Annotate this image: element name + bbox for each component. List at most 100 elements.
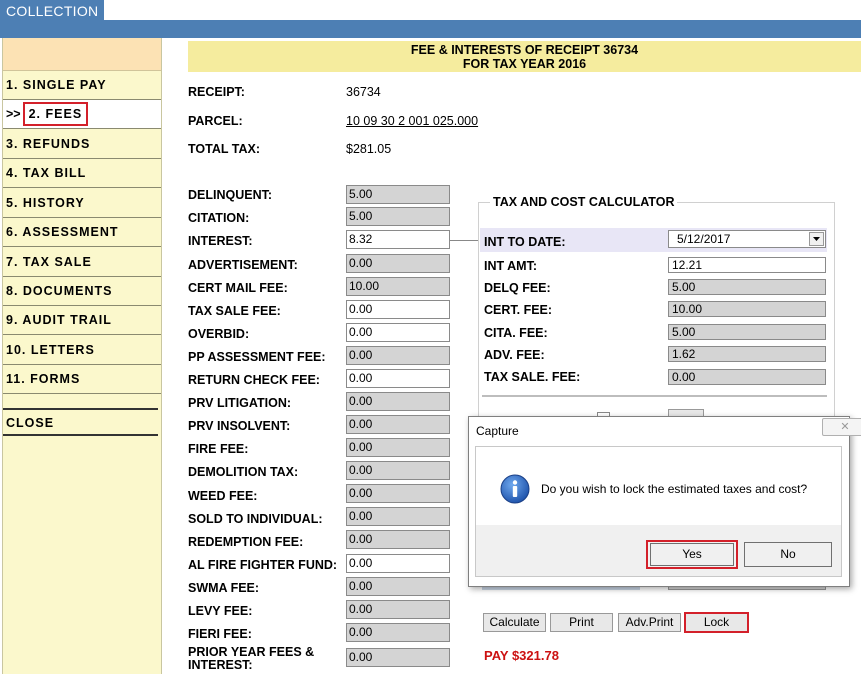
calc-label: DELQ FEE: bbox=[484, 281, 551, 295]
fee-label: SWMA FEE: bbox=[188, 581, 260, 595]
pp-assessment-fee-field: 0.00 bbox=[346, 346, 450, 365]
adv-print-button[interactable]: Adv.Print bbox=[618, 613, 681, 632]
demolition-tax-field: 0.00 bbox=[346, 461, 450, 480]
parcel-label: PARCEL: bbox=[188, 114, 243, 128]
sidebar-item-label: 6. ASSESSMENT bbox=[6, 225, 119, 239]
page-header: FEE & INTERESTS OF RECEIPT 36734 FOR TAX… bbox=[188, 41, 861, 72]
sidebar-close[interactable]: CLOSE bbox=[3, 408, 158, 436]
sidebar-item-label: 3. REFUNDS bbox=[6, 137, 91, 151]
chevron-down-icon[interactable] bbox=[809, 232, 824, 246]
fee-label-prior-year: PRIOR YEAR FEES & INTEREST: bbox=[188, 646, 314, 672]
adv-fee-field: 1.62 bbox=[668, 346, 826, 362]
advertisement-field: 0.00 bbox=[346, 254, 450, 273]
info-icon bbox=[500, 474, 530, 504]
fee-label: FIERI FEE: bbox=[188, 627, 252, 641]
app-tab-collection[interactable]: COLLECTION bbox=[0, 0, 105, 21]
sold-to-individual-field: 0.00 bbox=[346, 507, 450, 526]
print-button[interactable]: Print bbox=[550, 613, 613, 632]
fee-label: OVERBID: bbox=[188, 327, 250, 341]
sidebar-item-label: 5. HISTORY bbox=[6, 196, 85, 210]
page-title: FEE & INTERESTS OF RECEIPT 36734 bbox=[410, 43, 639, 57]
fee-label: AL FIRE FIGHTER FUND: bbox=[188, 558, 338, 572]
fee-label: PRV INSOLVENT: bbox=[188, 419, 291, 433]
al-fire-fighter-fund-field[interactable]: 0.00 bbox=[346, 554, 450, 573]
parcel-link[interactable]: 10 09 30 2 001 025.000 bbox=[346, 114, 478, 128]
overbid-field[interactable]: 0.00 bbox=[346, 323, 450, 342]
dialog-close-button[interactable]: ✕ bbox=[822, 418, 861, 436]
prior-year-fees-field: 0.00 bbox=[346, 648, 450, 667]
interest-connector bbox=[450, 240, 478, 241]
int-to-date-select[interactable]: 5/12/2017 bbox=[668, 230, 826, 248]
calc-label: ADV. FEE: bbox=[484, 348, 545, 362]
no-button[interactable]: No bbox=[744, 542, 832, 567]
yes-button[interactable]: Yes bbox=[650, 543, 734, 566]
lock-button[interactable]: Lock bbox=[684, 612, 749, 633]
calculate-button[interactable]: Calculate bbox=[483, 613, 546, 632]
int-to-date-label: INT TO DATE: bbox=[484, 235, 566, 249]
fee-label: CERT MAIL FEE: bbox=[188, 281, 288, 295]
sidebar-item-forms[interactable]: 11. FORMS bbox=[3, 365, 161, 394]
fee-label: SOLD TO INDIVIDUAL: bbox=[188, 512, 323, 526]
sidebar-item-label: 7. TAX SALE bbox=[6, 255, 92, 269]
fee-label: DEMOLITION TAX: bbox=[188, 465, 299, 479]
sidebar-item-refunds[interactable]: 3. REFUNDS bbox=[3, 130, 161, 159]
sidebar-item-assessment[interactable]: 6. ASSESSMENT bbox=[3, 218, 161, 247]
swma-fee-field: 0.00 bbox=[346, 577, 450, 596]
fee-label: RETURN CHECK FEE: bbox=[188, 373, 320, 387]
pay-amount: PAY $321.78 bbox=[484, 648, 559, 663]
delinquent-field: 5.00 bbox=[346, 185, 450, 204]
calc-label: CERT. FEE: bbox=[484, 303, 553, 317]
weed-fee-field: 0.00 bbox=[346, 484, 450, 503]
tax-sale-fee-calc-field: 0.00 bbox=[668, 369, 826, 385]
calculator-divider bbox=[482, 395, 827, 397]
fee-label-line2: INTEREST: bbox=[188, 658, 253, 672]
calc-label: CITA. FEE: bbox=[484, 326, 548, 340]
fee-label: WEED FEE: bbox=[188, 489, 258, 503]
int-to-date-value: 5/12/2017 bbox=[677, 232, 731, 246]
receipt-value: 36734 bbox=[346, 85, 381, 99]
fee-label: INTEREST: bbox=[188, 234, 253, 248]
tax-sale-fee-field[interactable]: 0.00 bbox=[346, 300, 450, 319]
return-check-fee-field[interactable]: 0.00 bbox=[346, 369, 450, 388]
sidebar-item-label: 1. SINGLE PAY bbox=[6, 78, 107, 92]
sidebar-item-tax-bill[interactable]: 4. TAX BILL bbox=[3, 159, 161, 188]
fee-label: PP ASSESSMENT FEE: bbox=[188, 350, 326, 364]
sidebar-item-single-pay[interactable]: 1. SINGLE PAY bbox=[3, 71, 161, 100]
delq-fee-field: 5.00 bbox=[668, 279, 826, 295]
fee-label: CITATION: bbox=[188, 211, 250, 225]
sidebar-item-label: 10. LETTERS bbox=[6, 343, 95, 357]
int-amt-field[interactable]: 12.21 bbox=[668, 257, 826, 273]
active-marker: >> bbox=[6, 107, 21, 121]
prv-insolvent-field: 0.00 bbox=[346, 415, 450, 434]
sidebar-item-history[interactable]: 5. HISTORY bbox=[3, 189, 161, 218]
calc-label: TAX SALE. FEE: bbox=[484, 370, 581, 384]
page-subtitle: FOR TAX YEAR 2016 bbox=[462, 57, 587, 71]
sidebar-item-fees[interactable]: >> 2. FEES bbox=[3, 100, 161, 129]
sidebar-item-label: 9. AUDIT TRAIL bbox=[6, 313, 112, 327]
total-tax-label: TOTAL TAX: bbox=[188, 142, 260, 156]
redemption-fee-field: 0.00 bbox=[346, 530, 450, 549]
sidebar-item-label: 11. FORMS bbox=[6, 372, 81, 386]
receipt-label: RECEIPT: bbox=[188, 85, 245, 99]
sidebar-item-audit-trail[interactable]: 9. AUDIT TRAIL bbox=[3, 306, 161, 335]
tab-strip bbox=[0, 20, 861, 38]
close-icon: ✕ bbox=[840, 421, 850, 433]
cert-fee-field: 10.00 bbox=[668, 301, 826, 317]
total-tax-value: $281.05 bbox=[346, 142, 392, 156]
sidebar-item-letters[interactable]: 10. LETTERS bbox=[3, 336, 161, 365]
calculator-title: TAX AND COST CALCULATOR bbox=[490, 195, 678, 209]
sidebar-item-documents[interactable]: 8. DOCUMENTS bbox=[3, 277, 161, 306]
dialog-message: Do you wish to lock the estimated taxes … bbox=[541, 482, 808, 496]
dialog-title: Capture bbox=[476, 424, 519, 438]
fee-label: REDEMPTION FEE: bbox=[188, 535, 304, 549]
fee-label: PRV LITIGATION: bbox=[188, 396, 292, 410]
sidebar-header bbox=[3, 38, 161, 71]
fee-label: ADVERTISEMENT: bbox=[188, 258, 298, 272]
fee-label: FIRE FEE: bbox=[188, 442, 249, 456]
citation-field: 5.00 bbox=[346, 207, 450, 226]
calc-label: INT AMT: bbox=[484, 259, 537, 273]
fire-fee-field: 0.00 bbox=[346, 438, 450, 457]
sidebar-item-label: 2. FEES bbox=[22, 102, 89, 126]
sidebar-item-tax-sale[interactable]: 7. TAX SALE bbox=[3, 248, 161, 277]
interest-field[interactable]: 8.32 bbox=[346, 230, 450, 249]
